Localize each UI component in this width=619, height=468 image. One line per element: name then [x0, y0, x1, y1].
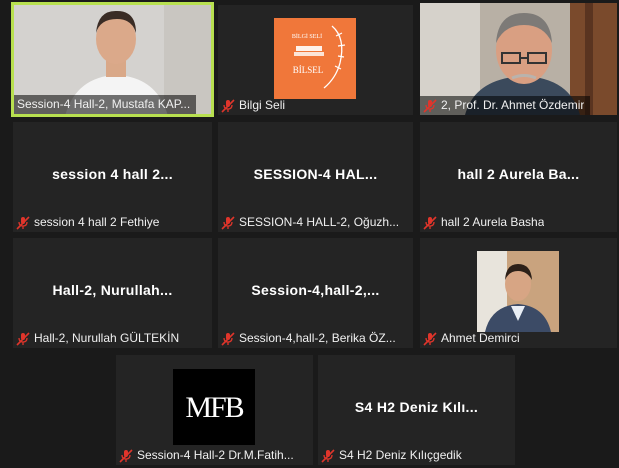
participant-tile[interactable]: Hall-2, Nurullah... Hall-2, Nurullah GÜL… [13, 238, 212, 348]
mic-muted-icon [423, 215, 437, 230]
logo-text-main: BİLSEL [293, 65, 324, 75]
participant-label: 2, Prof. Dr. Ahmet Özdemir [420, 96, 591, 115]
participant-video [477, 251, 559, 332]
bilgi-seli-logo: BİLGİ SELİ BİLSEL [274, 18, 356, 99]
mic-muted-icon [423, 98, 437, 113]
mic-muted-icon [221, 98, 235, 113]
participant-tile[interactable]: SESSION-4 HAL... SESSION-4 HALL-2, Oğuzh… [218, 122, 413, 232]
participant-name-center: session 4 hall 2... [52, 165, 173, 182]
mic-muted-icon [321, 448, 335, 463]
mfb-logo: MFB [173, 369, 255, 445]
participant-label: SESSION-4 HALL-2, Oğuzh... [218, 213, 405, 232]
participant-tile[interactable]: hall 2 Aurela Ba... hall 2 Aurela Basha [420, 122, 617, 232]
participant-label: S4 H2 Deniz Kılıçgedik [318, 446, 468, 465]
participant-name-center: SESSION-4 HAL... [253, 165, 378, 182]
participant-name-center: S4 H2 Deniz Kılı... [354, 398, 479, 415]
participant-tile[interactable]: Session-4,hall-2,... Session-4,hall-2, B… [218, 238, 413, 348]
participant-label: hall 2 Aurela Basha [420, 213, 550, 232]
participant-tile[interactable]: Ahmet Demirci [420, 238, 617, 348]
mic-muted-icon [119, 448, 133, 463]
logo-text-top: BİLGİ SELİ [292, 33, 322, 40]
participant-tile[interactable]: 2, Prof. Dr. Ahmet Özdemir [420, 3, 617, 115]
participant-tile[interactable]: BİLGİ SELİ BİLSEL Bilgi Seli [218, 5, 413, 115]
participant-label: Session-4 Hall-2, Mustafa KAP... [14, 95, 197, 114]
participant-tile[interactable]: session 4 hall 2... session 4 hall 2 Fet… [13, 122, 212, 232]
participant-name-center: hall 2 Aurela Ba... [457, 165, 580, 182]
mfb-logo-text: MFB [185, 391, 243, 424]
participant-label: Session-4,hall-2, Berika ÖZ... [218, 329, 402, 348]
participant-label: Hall-2, Nurullah GÜLTEKİN [13, 329, 185, 348]
mic-muted-icon [16, 331, 30, 346]
participant-tile[interactable]: MFB Session-4 Hall-2 Dr.M.Fatih... [116, 355, 313, 465]
participant-label: Ahmet Demirci [420, 329, 526, 348]
mic-muted-icon [221, 331, 235, 346]
participant-tile[interactable]: Session-4 Hall-2, Mustafa KAP... [11, 2, 214, 117]
participant-label: session 4 hall 2 Fethiye [13, 213, 165, 232]
mic-muted-icon [221, 215, 235, 230]
mic-muted-icon [16, 215, 30, 230]
participant-label: Bilgi Seli [218, 96, 291, 115]
participant-label: Session-4 Hall-2 Dr.M.Fatih... [116, 446, 300, 465]
mic-muted-icon [423, 331, 437, 346]
participant-tile[interactable]: S4 H2 Deniz Kılı... S4 H2 Deniz Kılıçged… [318, 355, 515, 465]
participant-name-center: Session-4,hall-2,... [251, 281, 380, 298]
participant-name-center: Hall-2, Nurullah... [52, 281, 173, 298]
